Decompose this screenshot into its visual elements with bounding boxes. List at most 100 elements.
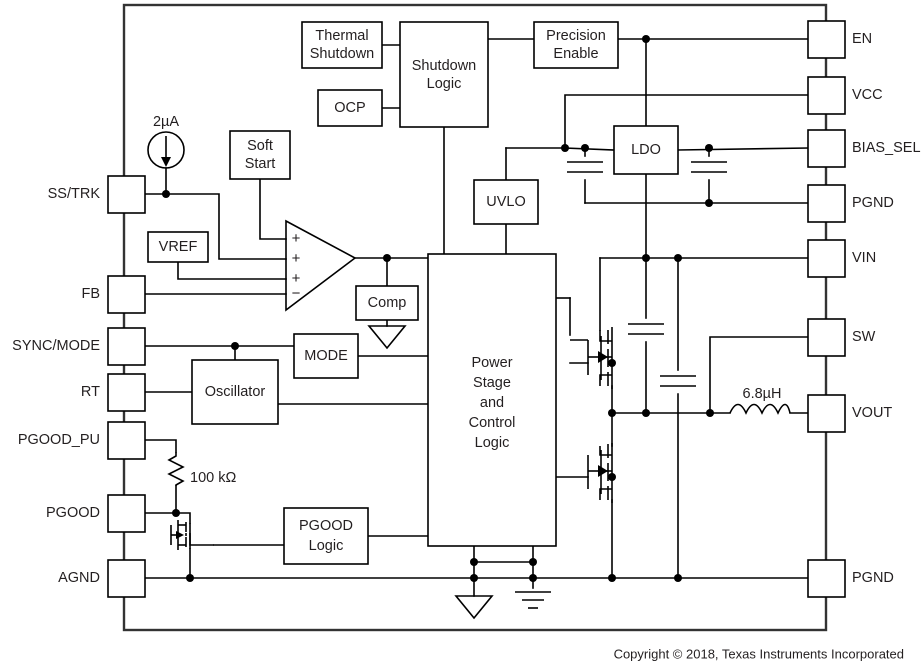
inductor-label: 6.8µH <box>743 386 782 402</box>
current-source-2ua: 2µA <box>147 114 185 169</box>
error-amplifier[interactable]: + + + − <box>285 219 357 312</box>
wire-vcc-rail <box>564 94 809 149</box>
resistor-label-100k: 100 kΩ <box>190 470 236 486</box>
junction-pgood <box>172 509 180 517</box>
junction-vcc-rail <box>561 144 569 152</box>
block-label-power-stage-2: Stage <box>473 375 511 391</box>
block-label-pgood-logic-2: Logic <box>309 538 344 554</box>
pin-label-vout: VOUT <box>852 405 892 421</box>
junction-capbias-gnd <box>705 199 713 207</box>
functional-block-diagram: SS/TRK FB SYNC/MODE RT PGOOD_PU PGOOD AG… <box>0 0 924 666</box>
block-label-mode: MODE <box>304 348 348 364</box>
junction-syncmode <box>231 342 239 350</box>
block-label-vref: VREF <box>159 239 198 255</box>
pin-en[interactable]: EN <box>807 20 872 59</box>
block-comp[interactable]: Comp <box>355 285 419 321</box>
pin-label-agnd: AGND <box>58 570 100 586</box>
block-label-power-stage-4: Control <box>469 415 516 431</box>
block-soft-start[interactable]: Soft Start <box>229 130 291 180</box>
high-side-power-fet <box>570 327 613 389</box>
wire-rail-to-ldo <box>564 147 615 151</box>
junction-pgnd-lsfet <box>608 574 616 582</box>
pin-rt[interactable]: RT <box>81 373 146 412</box>
diagram-canvas: SS/TRK FB SYNC/MODE RT PGOOD_PU PGOOD AG… <box>12 3 921 661</box>
capacitor-bootstrap <box>628 323 664 335</box>
copyright-notice: Copyright © 2018, Texas Instruments Inco… <box>614 646 904 661</box>
pin-label-pgood: PGOOD <box>46 505 100 521</box>
block-thermal-shutdown[interactable]: Thermal Shutdown <box>301 21 383 69</box>
block-precision-enable[interactable]: Precision Enable <box>533 21 619 69</box>
junction-agnd-rail <box>470 574 478 582</box>
pin-label-pgood-pu: PGOOD_PU <box>18 432 100 448</box>
pin-vcc[interactable]: VCC <box>807 76 883 115</box>
block-mode[interactable]: MODE <box>293 333 359 379</box>
pin-agnd[interactable]: AGND <box>58 559 146 598</box>
pin-fb[interactable]: FB <box>81 275 146 314</box>
pin-label-bias-sel: BIAS_SEL <box>852 140 921 156</box>
capacitor-bias <box>691 161 727 173</box>
block-shutdown-logic[interactable]: Shutdown Logic <box>399 21 489 128</box>
pin-label-sw: SW <box>852 329 876 345</box>
pin-bias-sel[interactable]: BIAS_SEL <box>807 129 921 168</box>
ground-triangle-agnd <box>454 595 494 620</box>
capacitor-vcc <box>567 161 603 173</box>
pin-sync-mode[interactable]: SYNC/MODE <box>12 327 146 366</box>
pin-pgood[interactable]: PGOOD <box>46 494 146 533</box>
block-ocp[interactable]: OCP <box>317 89 383 127</box>
block-power-stage-and-control-logic[interactable]: Power Stage and Control Logic <box>427 253 557 547</box>
junction-lsfet-source <box>608 473 616 481</box>
inductor-6p8uh: 6.8µH <box>729 386 791 415</box>
wire-softstart-to-amp <box>259 178 287 240</box>
low-side-power-fet <box>587 443 613 503</box>
block-label-uvlo: UVLO <box>486 194 526 210</box>
pin-label-sync-mode: SYNC/MODE <box>12 338 100 354</box>
block-vref[interactable]: VREF <box>147 231 209 263</box>
pgood-nmos-transistor <box>170 520 214 550</box>
block-label-pgood-logic-1: PGOOD <box>299 518 353 534</box>
current-source-label: 2µA <box>153 114 179 130</box>
pin-ss-trk[interactable]: SS/TRK <box>48 175 146 214</box>
block-ldo[interactable]: LDO <box>613 125 679 175</box>
junction-sw-inductor <box>706 409 714 417</box>
pin-label-vin: VIN <box>852 250 876 266</box>
pin-label-vcc: VCC <box>852 87 883 103</box>
block-label-power-stage-1: Power <box>471 355 512 371</box>
wire-vref-to-amp <box>177 261 287 280</box>
pin-vout[interactable]: VOUT <box>807 394 892 433</box>
junction-vin-cap <box>674 254 682 262</box>
junction-sw-capboot <box>642 409 650 417</box>
pin-label-fb: FB <box>81 286 100 302</box>
block-label-ocp: OCP <box>334 100 365 116</box>
pin-vin[interactable]: VIN <box>807 239 876 278</box>
junction-sw-node <box>608 409 616 417</box>
junction-powerstage-pgnd-a <box>529 558 537 566</box>
junction-pgnd-capvin <box>674 574 682 582</box>
pin-pgnd-top[interactable]: PGND <box>807 184 894 223</box>
pin-pgnd-bottom[interactable]: PGND <box>807 559 894 598</box>
pin-label-pgnd-top: PGND <box>852 195 894 211</box>
pin-sw[interactable]: SW <box>807 318 876 357</box>
wire-pgoodpu-to-resistor <box>144 439 177 453</box>
block-oscillator[interactable]: Oscillator <box>191 359 279 425</box>
pin-label-pgnd-bottom: PGND <box>852 570 894 586</box>
block-label-oscillator: Oscillator <box>205 384 266 400</box>
junction-pgnd-rail <box>529 574 537 582</box>
junction-amp-out <box>383 254 391 262</box>
wire-pgood-to-nmos <box>144 512 191 524</box>
block-label-thermal-shutdown-2: Shutdown <box>310 46 375 62</box>
junction-capvcc <box>581 144 589 152</box>
block-label-precision-enable-1: Precision <box>546 28 606 44</box>
block-label-soft-start-2: Start <box>245 156 276 172</box>
pin-label-rt: RT <box>81 384 100 400</box>
ground-earth-pgnd <box>515 591 551 609</box>
junction-hsfet-source <box>608 359 616 367</box>
block-pgood-logic[interactable]: PGOOD Logic <box>283 507 369 565</box>
pin-pgood-pu[interactable]: PGOOD_PU <box>18 421 146 460</box>
wire-ldo-to-biassel <box>677 147 809 151</box>
block-label-comp: Comp <box>368 295 407 311</box>
pullup-resistor-100k: 100 kΩ <box>167 452 236 486</box>
junction-capbias <box>705 144 713 152</box>
amp-input-minus: − <box>292 285 301 302</box>
block-label-precision-enable-2: Enable <box>553 46 598 62</box>
block-uvlo[interactable]: UVLO <box>473 179 539 225</box>
